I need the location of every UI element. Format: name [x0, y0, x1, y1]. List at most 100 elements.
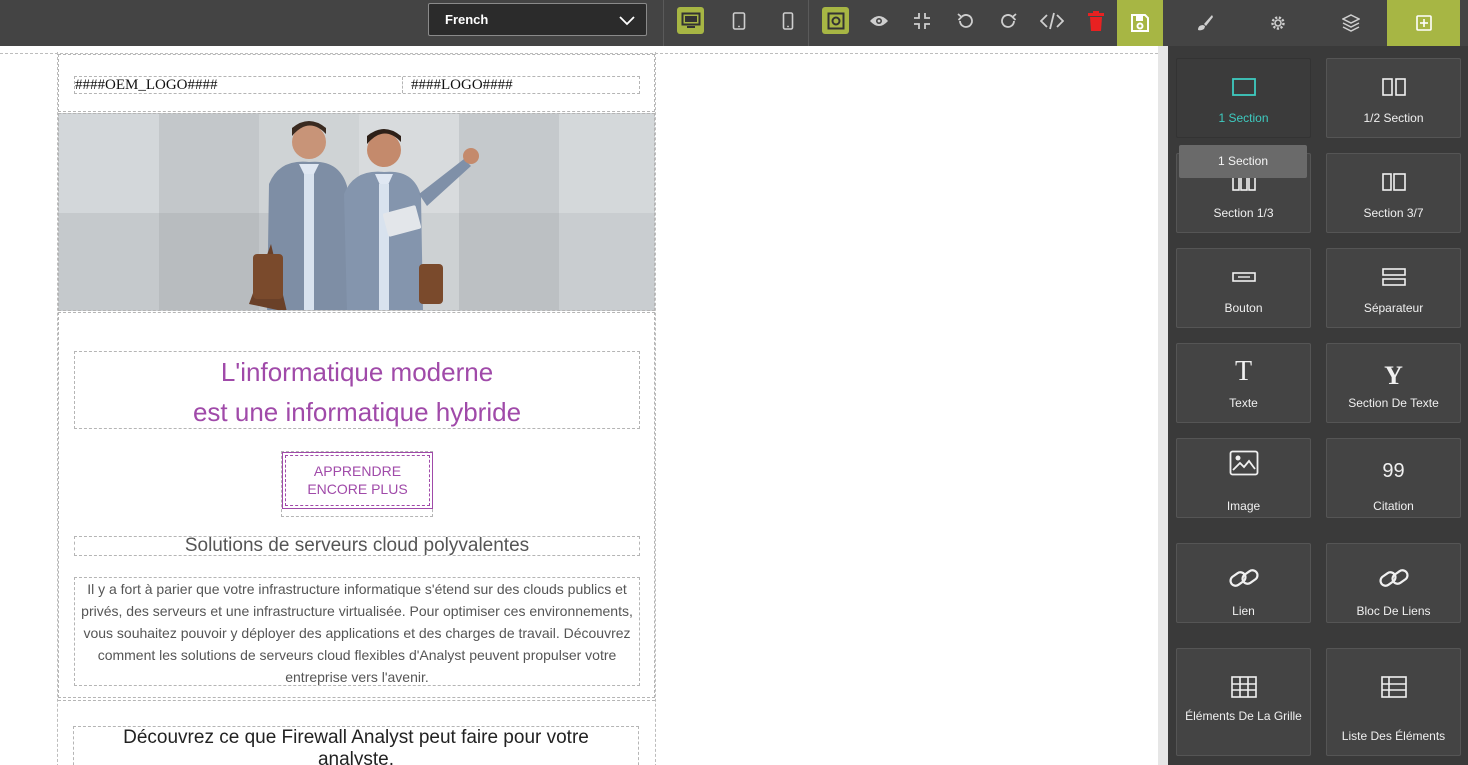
block-link-block[interactable]: Bloc De Liens — [1326, 543, 1461, 623]
hero-bg-tile — [559, 213, 654, 310]
block-label: Section 3/7 — [1363, 206, 1424, 220]
blocks-grid: 1 Section 1/2 Section Section 1/3 Sectio… — [1168, 46, 1468, 765]
tab-add-blocks[interactable] — [1387, 0, 1460, 46]
code-icon — [1039, 12, 1064, 29]
fullscreen-button[interactable] — [908, 7, 935, 34]
redo-button[interactable] — [995, 7, 1022, 34]
discover-text[interactable]: Découvrez ce que Firewall Analyst peut f… — [73, 726, 639, 765]
block-separator[interactable]: Séparateur — [1326, 248, 1461, 328]
desktop-view-button[interactable] — [677, 7, 704, 34]
panel-tabs — [1168, 0, 1468, 46]
tablet-view-button[interactable] — [725, 7, 752, 34]
block-one-section[interactable]: 1 Section — [1176, 58, 1311, 138]
headline-text[interactable]: L'informatique moderne est une informati… — [74, 351, 640, 429]
button-icon — [1231, 272, 1256, 282]
fullscreen-icon — [913, 12, 930, 29]
redo-icon — [1000, 12, 1017, 28]
text-icon: T — [1234, 356, 1253, 387]
block-grid-items[interactable]: Éléments De La Grille — [1176, 648, 1311, 756]
block-label: Bouton — [1224, 301, 1263, 315]
preview-button[interactable] — [865, 7, 892, 34]
block-link[interactable]: Lien — [1176, 543, 1311, 623]
undo-icon — [956, 12, 973, 28]
top-toolbar: French — [0, 0, 1168, 46]
block-label: 1/2 Section — [1363, 111, 1424, 125]
mobile-view-button[interactable] — [774, 7, 801, 34]
text-section-icon: Y — [1384, 361, 1403, 390]
block-label: Image — [1226, 499, 1261, 513]
code-view-button[interactable] — [1038, 7, 1065, 34]
oem-logo-placeholder[interactable]: ####OEM_LOGO#### — [75, 77, 403, 93]
settings-gear-icon — [1270, 16, 1285, 30]
block-three-seven-section[interactable]: Section 3/7 — [1326, 153, 1461, 233]
link-block-icon — [1378, 569, 1409, 587]
add-block-icon — [1415, 15, 1432, 31]
block-text-section[interactable]: Y Section De Texte — [1326, 343, 1461, 423]
content-section[interactable]: L'informatique moderne est une informati… — [58, 312, 655, 698]
learn-more-button[interactable]: APPRENDRE ENCORE PLUS — [282, 452, 433, 509]
mobile-icon — [782, 11, 793, 30]
half-section-icon — [1381, 78, 1406, 96]
block-label: Liste Des Éléments — [1341, 729, 1446, 743]
body-paragraph[interactable]: Il y a fort à parier que votre infrastru… — [74, 577, 640, 686]
discover-section[interactable]: Découvrez ce que Firewall Analyst peut f… — [58, 700, 655, 765]
toolbar-divider — [808, 0, 809, 46]
block-half-section[interactable]: 1/2 Section — [1326, 58, 1461, 138]
one-section-icon — [1231, 78, 1256, 96]
headline-line: est une informatique hybride — [192, 397, 522, 427]
block-label: Bloc De Liens — [1356, 604, 1431, 618]
outline-toggle-button[interactable] — [822, 7, 849, 34]
learn-more-label: APPRENDRE ENCORE PLUS — [285, 455, 430, 506]
editor-canvas[interactable]: ####OEM_LOGO#### ####LOGO#### L'informat… — [0, 46, 1158, 765]
email-template[interactable]: ####OEM_LOGO#### ####LOGO#### L'informat… — [57, 52, 656, 765]
tab-layers[interactable] — [1314, 0, 1387, 46]
desktop-icon — [681, 12, 700, 28]
outline-icon — [827, 12, 844, 29]
grid-items-icon — [1230, 676, 1257, 698]
businessmen-illustration — [249, 121, 479, 310]
blocks-panel: 1 Section 1/2 Section Section 1/3 Sectio… — [1168, 0, 1468, 765]
block-label: Citation — [1373, 499, 1414, 513]
image-icon — [1229, 450, 1258, 476]
cta-line: ENCORE PLUS — [307, 481, 408, 497]
logo-section[interactable]: ####OEM_LOGO#### ####LOGO#### — [58, 54, 655, 112]
link-icon — [1228, 569, 1259, 587]
save-icon — [1131, 14, 1149, 32]
discover-line: analyste. — [317, 749, 395, 765]
block-text[interactable]: T Texte — [1176, 343, 1311, 423]
separator-icon — [1381, 268, 1406, 286]
block-button[interactable]: Bouton — [1176, 248, 1311, 328]
hero-image[interactable] — [58, 113, 655, 311]
block-label: 1 Section — [1218, 111, 1269, 125]
block-quote[interactable]: 99 Citation — [1326, 438, 1461, 518]
block-label: Section 1/3 — [1213, 206, 1274, 220]
style-brush-icon — [1197, 15, 1213, 31]
logo-placeholder[interactable]: ####LOGO#### — [403, 77, 513, 93]
block-label: Section De Texte — [1348, 396, 1439, 410]
toolbar-divider — [663, 0, 664, 46]
tab-style-manager[interactable] — [1168, 0, 1241, 46]
block-list-items[interactable]: Liste Des Éléments — [1326, 648, 1461, 756]
undo-button[interactable] — [951, 7, 978, 34]
tab-settings[interactable] — [1241, 0, 1314, 46]
list-items-icon — [1380, 676, 1407, 698]
cta-line: APPRENDRE — [313, 463, 402, 479]
logo-table[interactable]: ####OEM_LOGO#### ####LOGO#### — [74, 76, 640, 94]
canvas-scrollbar[interactable] — [1158, 46, 1168, 765]
hero-bg-tile — [59, 114, 159, 213]
hero-bg-tile — [59, 213, 159, 310]
hero-bg-tile — [559, 114, 654, 213]
block-label: Éléments De La Grille — [1185, 709, 1302, 723]
delete-button[interactable] — [1082, 7, 1109, 34]
block-label: Texte — [1229, 396, 1258, 410]
language-select-value: French — [445, 12, 489, 27]
save-button[interactable] — [1117, 0, 1163, 46]
headline-line: L'informatique moderne — [220, 357, 494, 387]
preview-eye-icon — [869, 15, 888, 26]
block-label: Lien — [1232, 604, 1255, 618]
cta-wrapper[interactable]: APPRENDRE ENCORE PLUS — [281, 451, 433, 517]
subheading-text[interactable]: Solutions de serveurs cloud polyvalentes — [74, 536, 640, 556]
block-image[interactable]: Image — [1176, 438, 1311, 518]
quote-icon: 99 — [1382, 460, 1405, 482]
language-select[interactable]: French — [428, 3, 647, 36]
